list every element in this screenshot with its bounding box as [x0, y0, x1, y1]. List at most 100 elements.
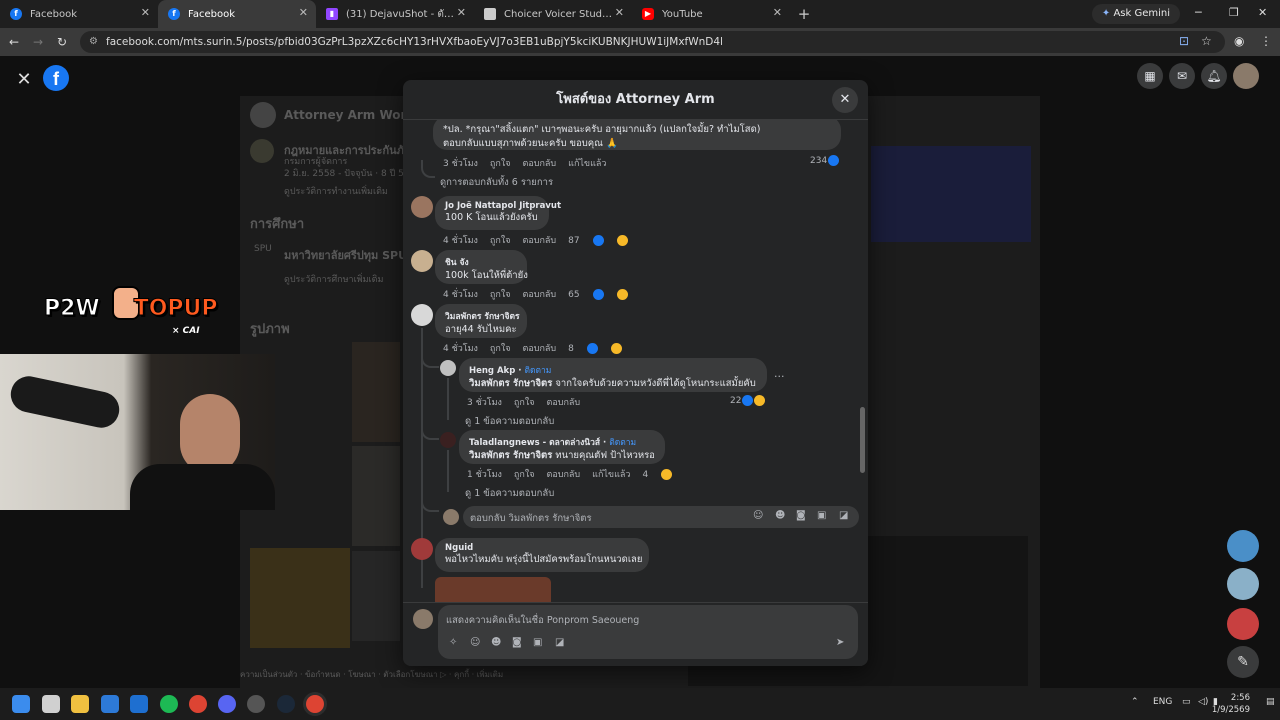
chrome-active-icon[interactable]	[306, 695, 324, 713]
send-icon[interactable]: ➤	[836, 637, 844, 648]
reply-link[interactable]: ตอบกลับ	[547, 398, 581, 408]
replier-name[interactable]: Heng Akp	[469, 366, 515, 376]
site-info-icon[interactable]: ⚙	[89, 31, 98, 53]
follow-link[interactable]: ติดตาม	[609, 438, 636, 448]
reply-link[interactable]: ตอบกลับ	[523, 159, 557, 169]
commenter-name[interactable]: Jo Joë Nattapol Jitpravut	[445, 201, 561, 211]
comment-time[interactable]: 4 ชั่วโมง	[443, 236, 478, 246]
reply-link[interactable]: ตอบกลับ	[523, 344, 557, 354]
volume-icon[interactable]: ◁)	[1198, 697, 1208, 707]
reply-link[interactable]: ตอบกลับ	[523, 236, 557, 246]
sticker-icon[interactable]: ◪	[555, 637, 564, 648]
contact-avatar[interactable]	[1227, 530, 1259, 562]
comment-time[interactable]: 3 ชั่วโมง	[443, 159, 478, 169]
replier-avatar[interactable]	[440, 360, 456, 376]
sticker-icon[interactable]: ◪	[839, 510, 848, 521]
menu-grid-icon[interactable]: ▦	[1137, 63, 1163, 89]
gif-icon[interactable]: ▣	[817, 510, 826, 521]
gif-icon[interactable]: ▣	[533, 637, 542, 648]
contact-avatar[interactable]	[1227, 568, 1259, 600]
view-reply-link[interactable]: ดู 1 ข้อความตอบกลับ	[465, 414, 554, 429]
maximize-icon[interactable]: ❐	[1229, 6, 1239, 19]
facebook-logo[interactable]: f	[43, 65, 69, 91]
reaction-count[interactable]: 4	[642, 469, 684, 480]
like-link[interactable]: ถูกใจ	[490, 344, 511, 354]
outlook-icon[interactable]	[130, 695, 148, 713]
close-dialog-button[interactable]: ✕	[832, 87, 858, 113]
account-avatar[interactable]	[1233, 63, 1259, 89]
browser-tab[interactable]: f Facebook ✕	[0, 0, 158, 28]
close-viewer-icon[interactable]: ✕	[12, 68, 36, 92]
like-link[interactable]: ถูกใจ	[490, 159, 511, 169]
notification-icon[interactable]: ▤	[1266, 697, 1275, 707]
app-icon[interactable]	[247, 695, 265, 713]
view-replies-link[interactable]: ดูการตอบกลับทั้ง 6 รายการ	[440, 175, 553, 190]
mention-link[interactable]: วิมลพักตร รักษาจิตร	[469, 378, 552, 389]
new-message-icon[interactable]: ✎	[1227, 646, 1259, 678]
view-reply-link[interactable]: ดู 1 ข้อความตอบกลับ	[465, 486, 554, 501]
comment-time[interactable]: 4 ชั่วโมง	[443, 344, 478, 354]
camera-icon[interactable]: ◙	[796, 510, 806, 521]
reply-link[interactable]: ตอบกลับ	[523, 290, 557, 300]
close-tab-icon[interactable]: ✕	[141, 6, 150, 19]
comments-list[interactable]: *ปล. *กรุณา"สลิ้งแตก" เบาๆพอนะครับ อายุม…	[403, 120, 868, 602]
url-field[interactable]: ⚙ facebook.com/mts.surin.5/posts/pfbid03G…	[80, 31, 1225, 53]
camera-icon[interactable]: ◙	[512, 637, 522, 648]
browser-tab-active[interactable]: f Facebook ✕	[158, 0, 316, 28]
like-link[interactable]: ถูกใจ	[490, 236, 511, 246]
replier-name[interactable]: Taladlangnews - ตลาดล่างนิวส์	[469, 438, 600, 448]
tray-expand-icon[interactable]: ⌃	[1131, 697, 1139, 707]
reaction-count[interactable]: 8	[568, 343, 634, 354]
avatar-sticker-icon[interactable]: ☺	[470, 637, 480, 648]
close-window-icon[interactable]: ✕	[1258, 6, 1267, 19]
reaction-count[interactable]: 234	[810, 155, 840, 166]
reply-time[interactable]: 3 ชั่วโมง	[467, 398, 502, 408]
reply-link[interactable]: ตอบกลับ	[547, 470, 581, 480]
commenter-avatar[interactable]	[411, 304, 433, 326]
more-options-icon[interactable]: ···	[774, 370, 785, 383]
follow-link[interactable]: ติดตาม	[524, 366, 551, 376]
install-app-icon[interactable]: ⊡	[1179, 34, 1189, 48]
close-tab-icon[interactable]: ✕	[773, 6, 782, 19]
file-explorer-icon[interactable]	[71, 695, 89, 713]
comment-time[interactable]: 4 ชั่วโมง	[443, 290, 478, 300]
commenter-avatar[interactable]	[411, 250, 433, 272]
commenter-avatar[interactable]	[411, 538, 433, 560]
browser-tab[interactable]: Choicer Voicer Studio — Free C✕	[474, 0, 632, 28]
replier-avatar[interactable]	[440, 432, 456, 448]
browser-tab[interactable]: ▮ (31) DejavuShot - ตัวทำวิดีโอ ·✕	[316, 0, 474, 28]
commenter-avatar[interactable]	[411, 196, 433, 218]
minimize-icon[interactable]: ─	[1195, 6, 1202, 19]
like-link[interactable]: ถูกใจ	[514, 470, 535, 480]
back-icon[interactable]: ←	[9, 35, 19, 49]
notifications-icon[interactable]: 🔔︎	[1201, 63, 1227, 89]
comment-image[interactable]	[435, 577, 551, 602]
commenter-name[interactable]: Nguid	[445, 543, 639, 553]
reaction-count[interactable]: 22	[730, 395, 766, 406]
display-icon[interactable]: ▭	[1182, 697, 1191, 707]
profile-icon[interactable]: ◉	[1234, 34, 1244, 48]
discord-icon[interactable]	[218, 695, 236, 713]
system-clock[interactable]: 2:56 1/9/2569	[1212, 692, 1250, 716]
emoji-icon[interactable]: ☻	[491, 637, 501, 648]
commenter-name[interactable]: วิมลพักตร รักษาจิตร	[445, 309, 520, 323]
reload-icon[interactable]: ↻	[57, 35, 67, 49]
contact-avatar[interactable]	[1227, 608, 1259, 640]
like-link[interactable]: ถูกใจ	[514, 398, 535, 408]
reply-time[interactable]: 1 ชั่วโมง	[467, 470, 502, 480]
forward-icon[interactable]: →	[33, 35, 43, 49]
new-tab-button[interactable]: +	[790, 0, 818, 28]
store-icon[interactable]	[101, 695, 119, 713]
emoji-icon[interactable]: ☻	[775, 510, 785, 521]
close-tab-icon[interactable]: ✕	[299, 6, 308, 19]
sparkle-icon[interactable]: ✧	[449, 637, 457, 648]
like-link[interactable]: ถูกใจ	[490, 290, 511, 300]
language-indicator[interactable]: ENG	[1153, 697, 1172, 707]
browser-menu-icon[interactable]: ⋮	[1260, 34, 1272, 48]
mention-link[interactable]: วิมลพักตร รักษาจิตร	[469, 450, 552, 461]
reaction-count[interactable]: 87	[568, 235, 639, 246]
steam-icon[interactable]	[277, 695, 295, 713]
bookmark-star-icon[interactable]: ☆	[1201, 34, 1212, 48]
spotify-icon[interactable]	[160, 695, 178, 713]
avatar-sticker-icon[interactable]: ☺	[753, 510, 763, 521]
